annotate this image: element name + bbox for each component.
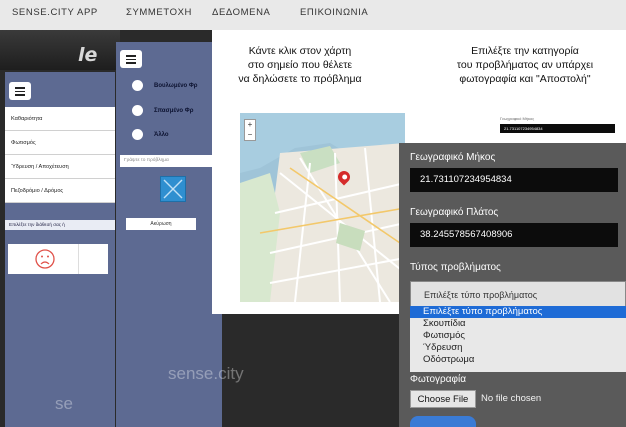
radio-button[interactable] (132, 105, 143, 116)
mood-selector (8, 244, 108, 274)
longitude-label: Γεωγραφικό Μήκος (410, 152, 496, 163)
submit-button[interactable] (410, 416, 476, 427)
no-file-status: No file chosen (481, 393, 542, 404)
mini-longitude-value: 21.731107234954834 (500, 124, 615, 133)
category-item[interactable]: Πεζοδρόμιο / Δρόμος (5, 179, 115, 203)
device-top-strip (0, 30, 120, 70)
brand-watermark: se (55, 394, 73, 413)
phone-screen-categories: Καθαριότητα Φωτισμός Ύδρευση / Αποχέτευσ… (5, 72, 115, 427)
city-map[interactable]: + − (240, 113, 405, 302)
photo-label: Φωτογραφία (410, 374, 466, 385)
latitude-label: Γεωγραφικό Πλάτος (410, 207, 499, 218)
menu-icon-bar (15, 94, 25, 96)
category-item[interactable]: Καθαριότητα (5, 107, 115, 131)
screenshot-stage: SENSE.CITY APP ΣΥΜΜΕΤΟΧΗ ΔΕΔΟΜΕΝΑ ΕΠΙΚΟΙ… (0, 0, 626, 427)
mini-longitude-label: Γεωγραφικό Μήκος (500, 116, 535, 121)
mood-hint-text: Επιλέξτε την διάθεσή σας ή (5, 220, 115, 230)
problem-type-option[interactable]: Οδόστρωμα (410, 354, 626, 366)
phone-screen-subcategories: Βουλωμένο Φρ Σπασμένο Φρ Άλλο Γράψτε το … (116, 42, 244, 427)
instruction-line: φωτογραφία και "Αποστολή" (459, 73, 591, 85)
menu-icon-bar (126, 55, 136, 57)
instruction-line: να δηλώσετε το πρόβλημα (238, 73, 362, 85)
map-tiles (240, 113, 405, 302)
mood-separator (78, 244, 79, 274)
instruction-line: στο σημείο που θέλετε (247, 59, 353, 71)
sad-face-icon[interactable] (8, 244, 78, 274)
hamburger-menu-button[interactable] (120, 50, 142, 68)
form-instruction: Επιλέξτε την κατηγορία του προβλήματος α… (430, 44, 620, 86)
map-zoom-control[interactable]: + − (244, 119, 256, 141)
nav-item-app[interactable]: SENSE.CITY APP (12, 7, 98, 18)
radio-button[interactable] (132, 129, 143, 140)
hamburger-menu-button[interactable] (9, 82, 31, 100)
nav-item-contact[interactable]: ΕΠΙΚΟΙΝΩΝΙΑ (300, 7, 368, 18)
radio-label: Βουλωμένο Φρ (154, 83, 198, 89)
problem-type-option[interactable]: Φωτισμός (410, 330, 626, 342)
problem-type-option[interactable]: Επιλέξτε τύπο προβλήματος (410, 306, 626, 318)
problem-description-input[interactable]: Γράψτε το πρόβλημα (120, 155, 218, 167)
longitude-field[interactable]: 21.731107234954834 (410, 168, 618, 192)
menu-icon-bar (15, 90, 25, 93)
choose-file-button[interactable]: Choose File (410, 390, 476, 408)
instruction-line: Κάντε κλικ στον χάρτη (248, 45, 352, 57)
menu-icon-bar (126, 58, 136, 61)
category-item[interactable]: Ύδρευση / Αποχέτευση (5, 155, 115, 179)
latitude-field[interactable]: 38.245578567408906 (410, 223, 618, 247)
remove-image-icon[interactable] (160, 176, 186, 202)
nav-item-participation[interactable]: ΣΥΜΜΕΤΟΧΗ (126, 7, 192, 18)
radio-button[interactable] (132, 80, 143, 91)
problem-type-option[interactable]: Σκουπίδια (410, 318, 626, 330)
problem-type-label: Τύπος προβλήματος (410, 262, 501, 273)
radio-label: Σπασμένο Φρ (154, 108, 194, 114)
top-navigation: SENSE.CITY APP ΣΥΜΜΕΤΟΧΗ ΔΕΔΟΜΕΝΑ ΕΠΙΚΟΙ… (0, 0, 626, 30)
problem-type-option[interactable]: Ύδρευση (410, 342, 626, 354)
menu-icon-bar (15, 87, 25, 89)
category-item[interactable]: Φωτισμός (5, 131, 115, 155)
problem-type-select[interactable]: Επιλέξτε τύπο προβλήματος (410, 281, 626, 308)
phone-header (5, 72, 115, 107)
instruction-line: Επιλέξτε την κατηγορία (471, 45, 579, 57)
nav-item-data[interactable]: ΔΕΔΟΜΕΝΑ (212, 7, 270, 18)
cancel-button[interactable]: Ακύρωση (126, 218, 196, 230)
category-list: Καθαριότητα Φωτισμός Ύδρευση / Αποχέτευσ… (5, 107, 115, 203)
problem-type-options: Επιλέξτε τύπο προβλήματος Σκουπίδια Φωτι… (410, 306, 626, 372)
radio-label: Άλλο (154, 132, 169, 138)
map-instruction: Κάντε κλικ στον χάρτη στο σημείο που θέλ… (230, 44, 370, 86)
brand-watermark: sense.city (168, 364, 244, 383)
instruction-line: του προβλήματος αν υπάρχει (456, 59, 594, 71)
menu-icon-bar (126, 62, 136, 64)
device-logo-partial: le (78, 44, 98, 66)
